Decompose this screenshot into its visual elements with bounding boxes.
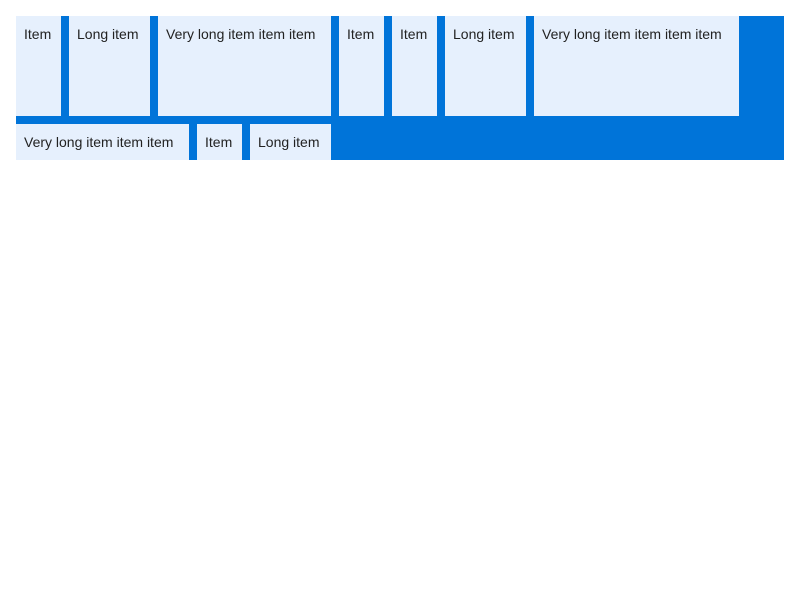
- flex-item: Long item: [250, 124, 331, 160]
- flex-item: Very long item item item: [158, 16, 331, 116]
- flex-item: Item: [392, 16, 437, 116]
- flex-item: Item: [16, 16, 61, 116]
- flex-item: Long item: [69, 16, 150, 116]
- flex-item: Long item: [445, 16, 526, 116]
- flex-item: Very long item item item: [16, 124, 189, 160]
- flex-item: Item: [339, 16, 384, 116]
- flex-item: Item: [197, 124, 242, 160]
- flex-container: Item Long item Very long item item item …: [16, 16, 784, 160]
- flex-item: Very long item item item item: [534, 16, 739, 116]
